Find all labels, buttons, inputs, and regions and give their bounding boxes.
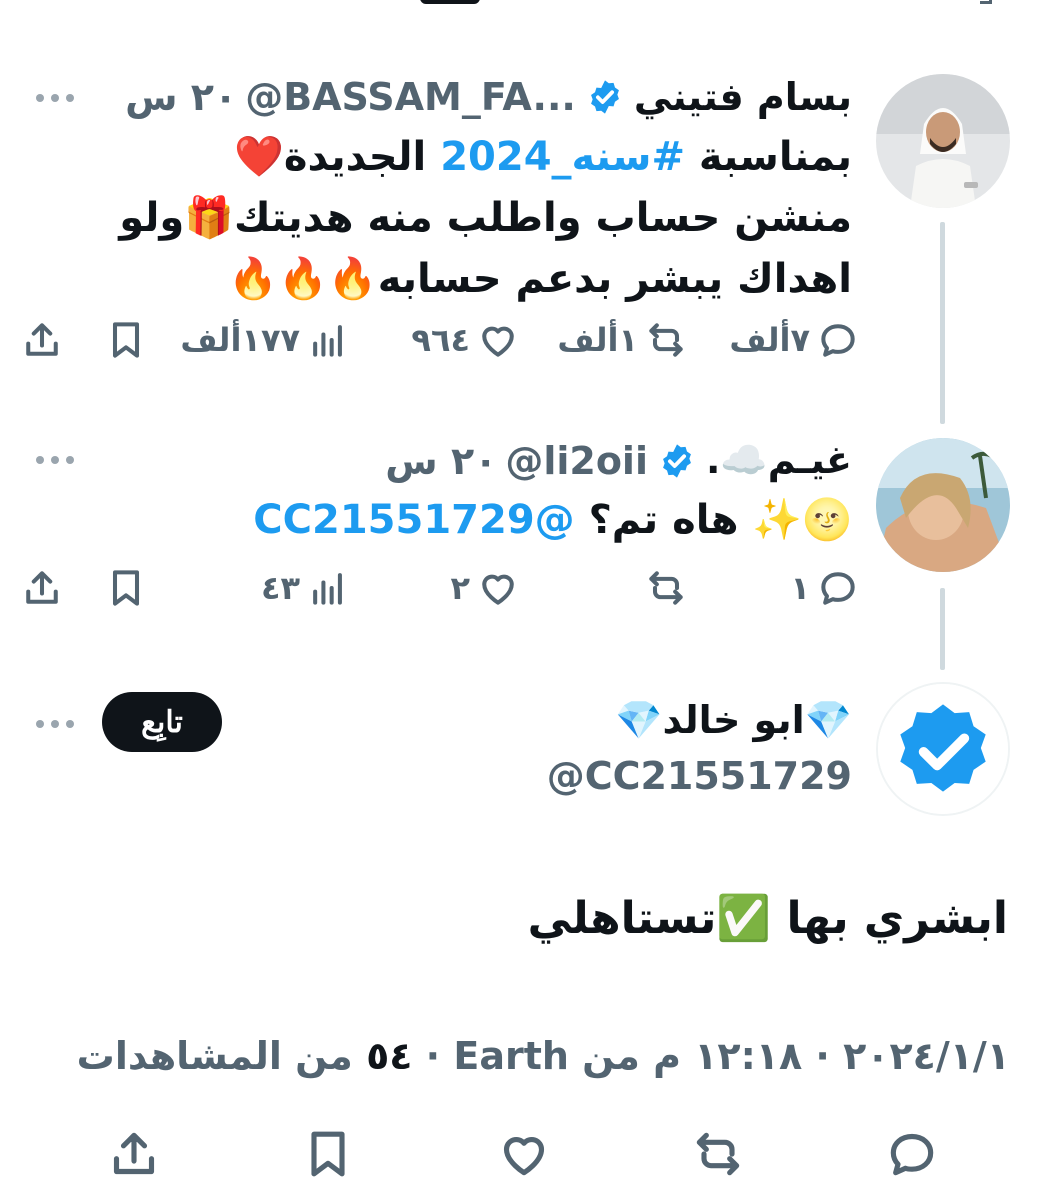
tweet2-like-button[interactable]: ٢ — [450, 566, 520, 610]
tweet2-display-name[interactable]: غيـم☁️. — [706, 438, 852, 483]
tweet1-reply-button[interactable]: ٧ألف — [729, 318, 860, 362]
verified-badge-icon — [663, 443, 691, 478]
tweet1-avatar[interactable] — [876, 74, 1010, 208]
main-tweet-timestamp[interactable]: ١٢:١٨ م من Earth — [453, 1034, 802, 1078]
tweet2-share-button[interactable] — [20, 566, 64, 610]
bookmark-icon — [112, 570, 140, 606]
avatar-photo-woman-icon — [876, 438, 1010, 572]
top-partial-text — [420, 0, 480, 4]
main-tweet-meta: ٢٠٢٤/١/١ · ١٢:١٨ م من Earth · ٥٤ من المش… — [76, 1034, 1010, 1078]
reply-icon — [821, 324, 855, 357]
heart-icon — [482, 326, 514, 357]
mention-link[interactable]: @CC21551729 — [253, 497, 574, 543]
follow-button[interactable]: تابِع — [102, 692, 222, 752]
main-tweet-avatar[interactable] — [876, 682, 1010, 816]
tweet2-bookmark-button[interactable] — [104, 566, 148, 610]
heart-icon — [503, 1137, 545, 1176]
repost-icon — [696, 1132, 740, 1176]
tweet1-handle[interactable]: @BASSAM_FA... — [245, 75, 576, 119]
share-icon — [26, 323, 58, 356]
main-tweet-display-name[interactable]: 💎ابو خالد💎 — [615, 698, 852, 743]
repost-icon — [649, 323, 683, 357]
repost-icon — [649, 571, 683, 605]
main-share-button[interactable] — [106, 1126, 162, 1186]
tweet1-header: بسام فتيني @BASSAM_FA... ٢٠ س — [125, 75, 852, 119]
main-tweet-views-label: من المشاهدات — [76, 1034, 353, 1078]
tweet1-more-icon[interactable] — [36, 94, 74, 102]
main-bookmark-button[interactable] — [300, 1126, 356, 1186]
main-like-button[interactable] — [496, 1126, 552, 1186]
heart-icon — [482, 574, 514, 605]
main-tweet-text: ابشري بها ✅تستاهلي — [527, 893, 1008, 944]
tweet2-header: غيـم☁️. @li2oii ٢٠ س — [385, 438, 852, 483]
views-bar-chart-icon — [313, 573, 342, 605]
tweet1-display-name[interactable]: بسام فتيني — [634, 75, 852, 119]
main-tweet-views-count: ٥٤ — [366, 1034, 413, 1078]
main-reply-button[interactable] — [884, 1126, 940, 1186]
avatar-verified-badge-icon — [878, 684, 1008, 814]
share-icon — [26, 571, 58, 604]
reply-icon — [821, 572, 855, 605]
tweet2-repost-button[interactable] — [638, 566, 688, 610]
tweet1-repost-button[interactable]: ١ألف — [557, 318, 688, 362]
tweet2-actions: ١ ٢ ٤٣ — [20, 566, 860, 622]
tweet1-share-button[interactable] — [20, 318, 64, 362]
verified-badge-icon — [590, 80, 619, 114]
tweet1-actions: ٧ألف ١ألف ٩٦٤ ١٧٧ألف — [20, 318, 860, 374]
main-repost-button[interactable] — [690, 1126, 746, 1186]
main-tweet-date[interactable]: ٢٠٢٤/١/١ — [843, 1034, 1010, 1078]
top-partial-icon — [980, 0, 992, 4]
tweet2-text: 🌝✨ هاه تم؟ @CC21551729 — [253, 497, 852, 543]
tweet1-line3: اهداك يبشر بدعم حسابه🔥🔥🔥 — [228, 256, 852, 302]
tweet1-line2: منشن حساب واطلب منه هديتك🎁ولو — [119, 195, 852, 241]
tweet1-time[interactable]: ٢٠ س — [125, 75, 237, 119]
hashtag-link[interactable]: #سنه_2024 — [440, 134, 685, 180]
reply-icon — [890, 1133, 934, 1176]
tweet2-more-icon[interactable] — [36, 456, 74, 464]
tweet2-time[interactable]: ٢٠ س — [385, 439, 497, 483]
main-tweet-handle[interactable]: @CC21551729 — [547, 754, 852, 798]
avatar-photo-man-icon — [876, 74, 1010, 208]
tweet1-views-button[interactable]: ١٧٧ألف — [180, 318, 350, 362]
tweet2-views-button[interactable]: ٤٣ — [261, 566, 350, 610]
main-tweet-more-icon[interactable] — [36, 720, 74, 728]
thread-line-1 — [940, 222, 945, 424]
tweet2-reply-button[interactable]: ١ — [790, 566, 860, 610]
thread-line-2 — [940, 588, 945, 670]
views-bar-chart-icon — [313, 325, 342, 357]
tweet2-handle[interactable]: @li2oii — [505, 439, 648, 483]
tweet1-like-button[interactable]: ٩٦٤ — [411, 318, 520, 362]
tweet2-avatar[interactable] — [876, 438, 1010, 572]
tweet1-bookmark-button[interactable] — [104, 318, 148, 362]
main-tweet-actions — [0, 1126, 1042, 1186]
tweet1-line1: بمناسبة #سنه_2024 الجديدة❤️ — [234, 134, 852, 180]
bookmark-icon — [311, 1131, 345, 1177]
bookmark-icon — [112, 322, 140, 358]
share-icon — [113, 1132, 155, 1175]
tweet1-text: بمناسبة #سنه_2024 الجديدة❤️ منشن حساب وا… — [119, 127, 852, 310]
